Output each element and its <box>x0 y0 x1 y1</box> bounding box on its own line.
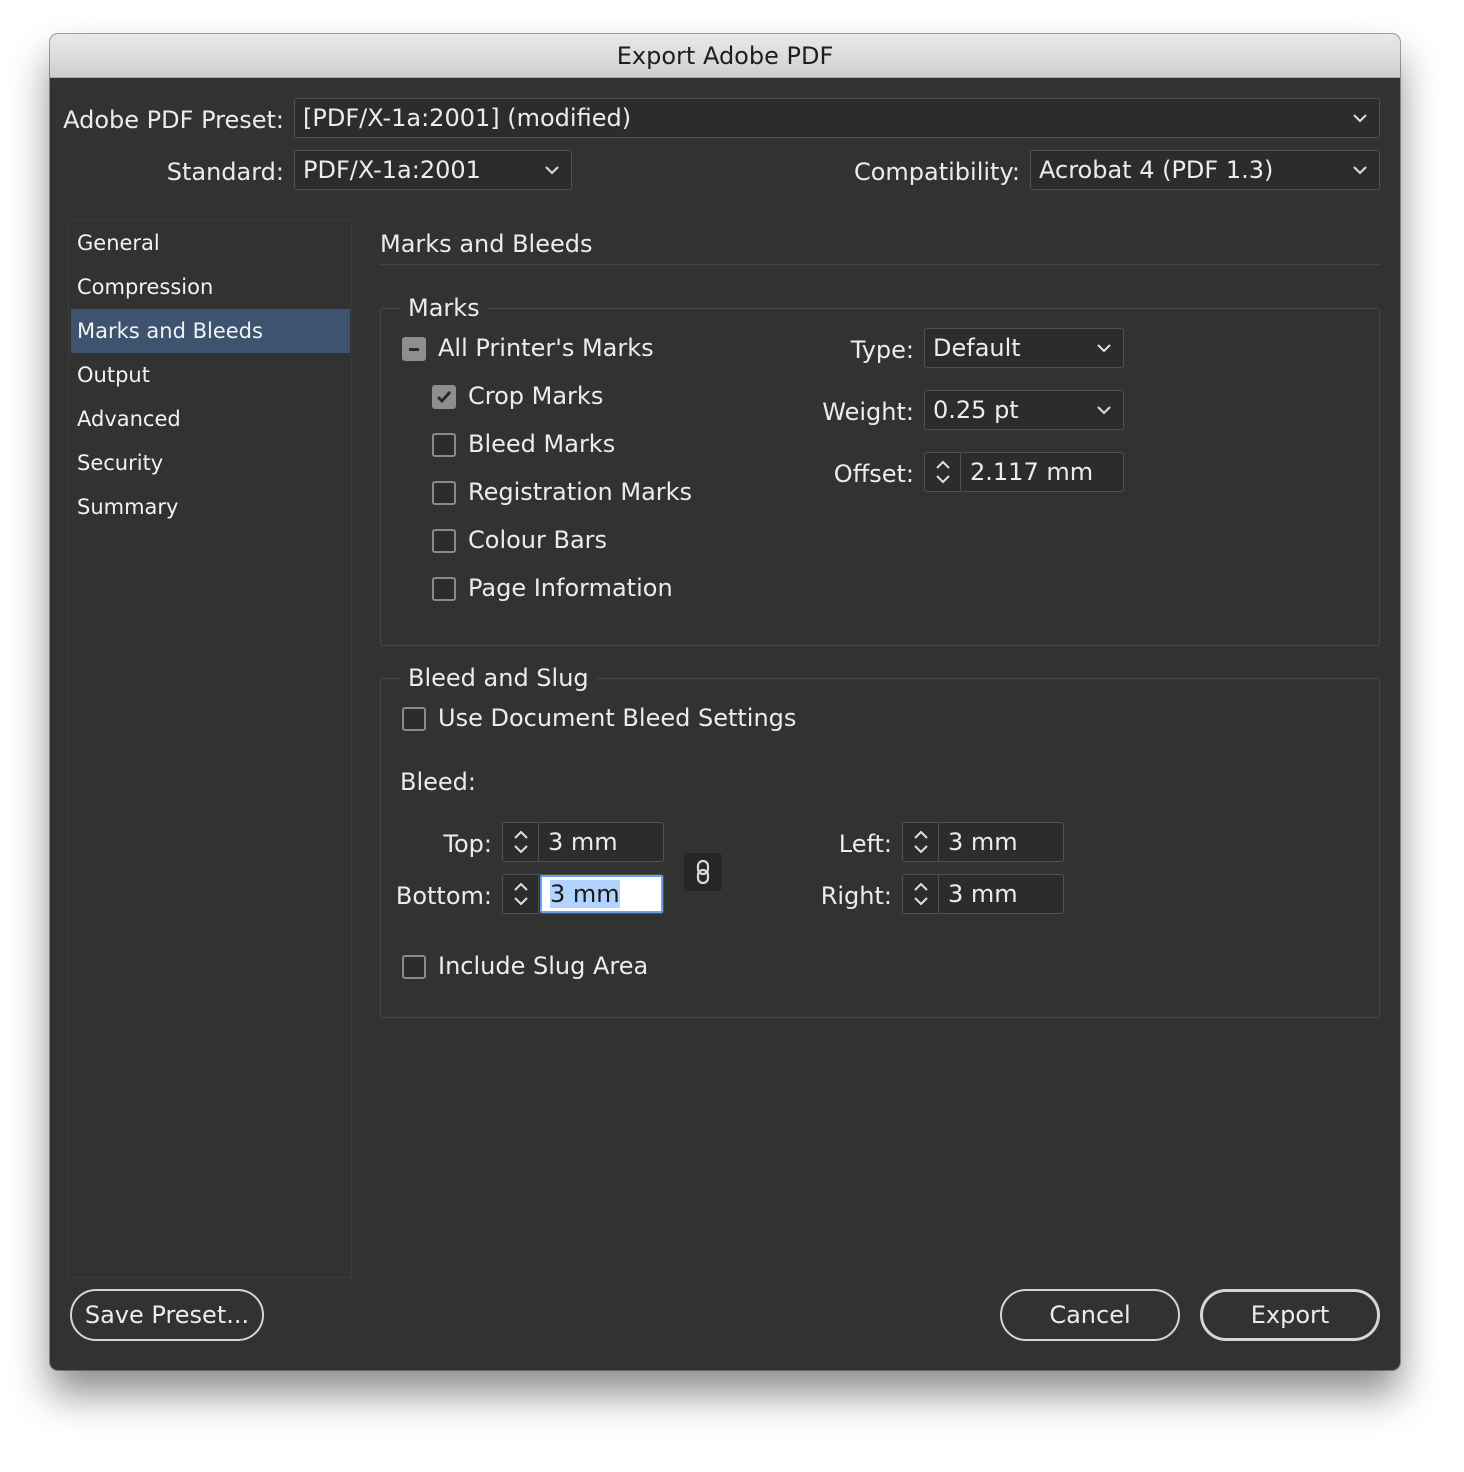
bleed-label: Bleed: <box>400 768 476 796</box>
weight-value: 0.25 pt <box>933 396 1019 424</box>
colour-bars-label: Colour Bars <box>468 526 608 554</box>
sidebar-item-marks-and-bleeds[interactable]: Marks and Bleeds <box>71 309 350 353</box>
bleed-slug-group-title: Bleed and Slug <box>400 663 597 693</box>
all-printers-marks-checkbox[interactable] <box>402 337 426 361</box>
preset-dropdown[interactable]: [PDF/X-1a:2001] (modified) <box>294 98 1380 138</box>
crop-marks-checkbox[interactable] <box>432 385 456 409</box>
panel-title: Marks and Bleeds <box>380 230 593 258</box>
page-information-checkbox[interactable] <box>432 577 456 601</box>
standard-value: PDF/X-1a:2001 <box>303 156 481 184</box>
chevron-down-icon <box>1349 151 1371 189</box>
bleed-top-stepper[interactable]: 3 mm <box>502 822 664 862</box>
sidebar-item-general[interactable]: General <box>71 221 350 265</box>
sidebar-item-output[interactable]: Output <box>71 353 350 397</box>
include-slug-checkbox[interactable] <box>402 955 426 979</box>
crop-marks-label: Crop Marks <box>468 382 604 410</box>
offset-value[interactable]: 2.117 mm <box>962 453 1123 491</box>
type-dropdown[interactable]: Default <box>924 328 1124 368</box>
offset-label: Offset: <box>833 460 914 488</box>
all-printers-marks-label: All Printer's Marks <box>438 334 654 362</box>
bleed-left-stepper[interactable]: 3 mm <box>902 822 1064 862</box>
category-sidebar: General Compression Marks and Bleeds Out… <box>68 220 352 1278</box>
bleed-marks-label: Bleed Marks <box>468 430 616 458</box>
sidebar-item-summary[interactable]: Summary <box>71 485 350 529</box>
standard-label: Standard: <box>166 158 284 186</box>
export-button[interactable]: Export <box>1200 1289 1380 1341</box>
bleed-bottom-field[interactable]: 3 mm <box>540 875 663 913</box>
registration-marks-checkbox[interactable] <box>432 481 456 505</box>
compatibility-dropdown[interactable]: Acrobat 4 (PDF 1.3) <box>1030 150 1380 190</box>
chevron-down-icon <box>541 151 563 189</box>
bleed-right-value[interactable]: 3 mm <box>940 875 1063 913</box>
weight-dropdown[interactable]: 0.25 pt <box>924 390 1124 430</box>
sidebar-item-compression[interactable]: Compression <box>71 265 350 309</box>
registration-marks-label: Registration Marks <box>468 478 693 506</box>
type-label: Type: <box>850 336 914 364</box>
page-information-label: Page Information <box>468 574 673 602</box>
chevron-down-icon <box>1093 329 1115 367</box>
chevron-down-icon <box>1093 391 1115 429</box>
compatibility-label: Compatibility: <box>853 158 1020 186</box>
include-slug-label: Include Slug Area <box>438 952 649 980</box>
offset-stepper[interactable]: 2.117 mm <box>924 452 1124 492</box>
bleed-bottom-value: 3 mm <box>550 880 620 908</box>
stepper-arrows-icon[interactable] <box>903 875 939 913</box>
compatibility-value: Acrobat 4 (PDF 1.3) <box>1039 156 1274 184</box>
minus-icon <box>409 348 419 351</box>
checkmark-icon <box>436 391 452 404</box>
bleed-top-value[interactable]: 3 mm <box>540 823 663 861</box>
preset-label: Adobe PDF Preset: <box>63 106 284 134</box>
stepper-arrows-icon[interactable] <box>925 453 961 491</box>
panel-title-divider <box>380 264 1380 265</box>
link-bleed-button[interactable] <box>684 853 722 891</box>
colour-bars-checkbox[interactable] <box>432 529 456 553</box>
stepper-arrows-icon[interactable] <box>503 875 539 913</box>
window-title: Export Adobe PDF <box>50 34 1400 78</box>
bleed-bottom-stepper[interactable]: 3 mm <box>502 874 664 914</box>
sidebar-item-advanced[interactable]: Advanced <box>71 397 350 441</box>
chevron-down-icon <box>1349 99 1371 137</box>
stepper-arrows-icon[interactable] <box>503 823 539 861</box>
bleed-right-label: Right: <box>820 882 892 910</box>
chain-link-icon <box>696 859 710 885</box>
sidebar-item-security[interactable]: Security <box>71 441 350 485</box>
bleed-top-label: Top: <box>443 830 492 858</box>
bleed-left-label: Left: <box>838 830 892 858</box>
save-preset-button[interactable]: Save Preset... <box>70 1289 264 1341</box>
preset-value: [PDF/X-1a:2001] (modified) <box>303 104 632 132</box>
stepper-arrows-icon[interactable] <box>903 823 939 861</box>
weight-label: Weight: <box>822 398 914 426</box>
use-document-bleed-checkbox[interactable] <box>402 707 426 731</box>
export-pdf-dialog: Export Adobe PDF Adobe PDF Preset: [PDF/… <box>50 34 1400 1370</box>
type-value: Default <box>933 334 1021 362</box>
standard-dropdown[interactable]: PDF/X-1a:2001 <box>294 150 572 190</box>
bleed-left-value[interactable]: 3 mm <box>940 823 1063 861</box>
marks-group-title: Marks <box>400 293 488 323</box>
cancel-button[interactable]: Cancel <box>1000 1289 1180 1341</box>
bleed-right-stepper[interactable]: 3 mm <box>902 874 1064 914</box>
bleed-bottom-label: Bottom: <box>395 882 492 910</box>
bleed-marks-checkbox[interactable] <box>432 433 456 457</box>
use-document-bleed-label: Use Document Bleed Settings <box>438 704 797 732</box>
